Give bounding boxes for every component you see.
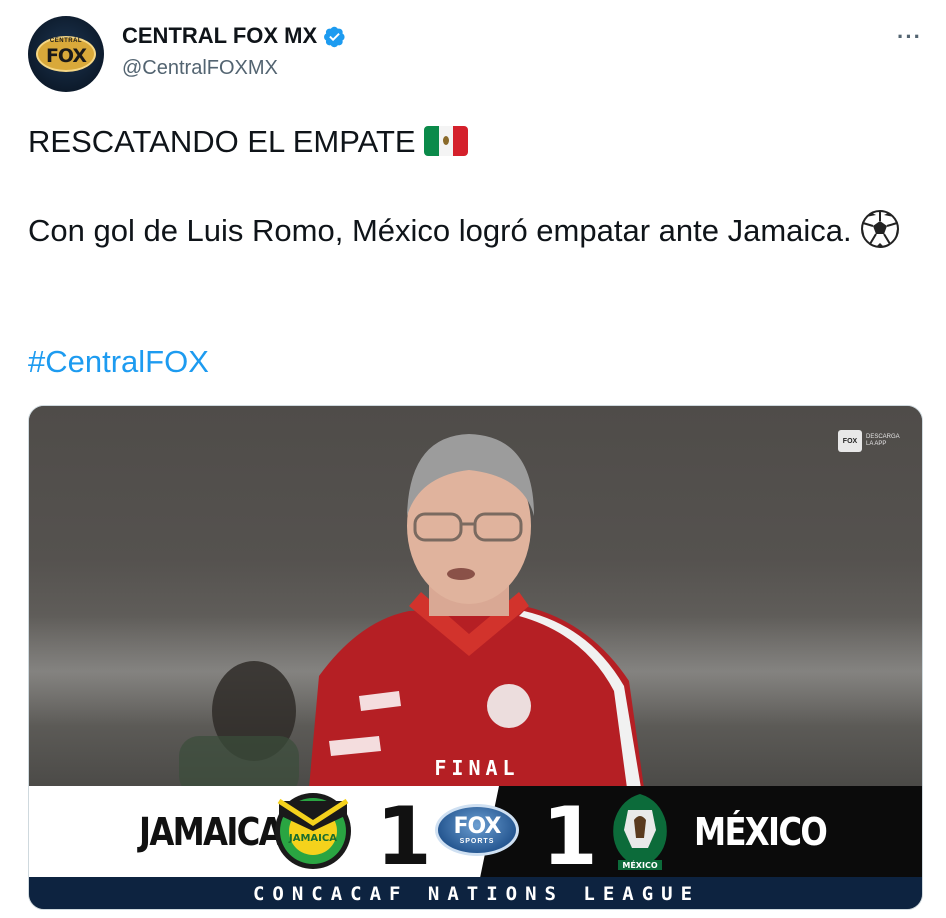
app-watermark: FOX DESCARGA LA APP	[838, 430, 908, 452]
display-name[interactable]: CENTRAL FOX MX	[122, 23, 317, 49]
tweet-line-1: RESCATANDO EL EMPATE	[28, 120, 908, 163]
tweet-card[interactable]: CENTRAL FOX CENTRAL FOX MX @CentralFOXMX…	[0, 0, 946, 918]
avatar-subtext: CENTRAL	[49, 38, 83, 44]
more-options-icon[interactable]: ···	[897, 24, 922, 50]
hashtag-link[interactable]: #CentralFOX	[28, 344, 209, 379]
match-photo: FOX DESCARGA LA APP	[29, 406, 922, 788]
tweet-headline: RESCATANDO EL EMPATE	[28, 124, 416, 159]
account-avatar[interactable]: CENTRAL FOX	[28, 16, 104, 92]
avatar-logo-text: FOX	[45, 45, 87, 67]
home-team-score: 1	[376, 790, 432, 883]
soccer-ball-icon	[860, 209, 899, 248]
competition-banner: CONCACAF NATIONS LEAGUE	[29, 877, 922, 909]
fox-sports-logo: FOX SPORTS	[435, 804, 519, 856]
fox-logo-text: FOX	[453, 814, 502, 839]
away-team-name: MÉXICO	[694, 810, 828, 854]
account-handle[interactable]: @CentralFOXMX	[122, 57, 278, 80]
tweet-line-2: Con gol de Luis Romo, México logró empat…	[28, 209, 908, 253]
name-row: CENTRAL FOX MX	[122, 22, 346, 50]
verified-badge-icon	[324, 26, 345, 47]
home-team-name: JAMAICA	[139, 810, 284, 854]
coach-figure	[179, 434, 644, 788]
watermark-text: DESCARGA LA APP	[866, 434, 900, 447]
tweet-media-image[interactable]: FOX DESCARGA LA APP FINAL JAMAICA JAMAIC…	[28, 405, 923, 910]
watermark-badge: FOX	[838, 430, 862, 452]
match-status-label: FINAL	[434, 756, 520, 780]
away-team-score: 1	[542, 790, 598, 883]
svg-text:JAMAICA: JAMAICA	[288, 833, 337, 844]
svg-text:MÉXICO: MÉXICO	[622, 859, 657, 870]
tweet-body: Con gol de Luis Romo, México logró empat…	[28, 213, 852, 248]
mexico-crest-icon: MÉXICO	[613, 794, 667, 870]
scoreboard: FINAL JAMAICA JAMAICA 1 FOX SPORTS 1 MÉX…	[29, 756, 922, 883]
tweet-line-3: #CentralFOX	[28, 340, 908, 383]
jamaica-crest-icon: JAMAICA	[275, 793, 351, 869]
mexico-flag-icon	[423, 125, 468, 156]
fox-logo-subtext: SPORTS	[459, 838, 495, 845]
